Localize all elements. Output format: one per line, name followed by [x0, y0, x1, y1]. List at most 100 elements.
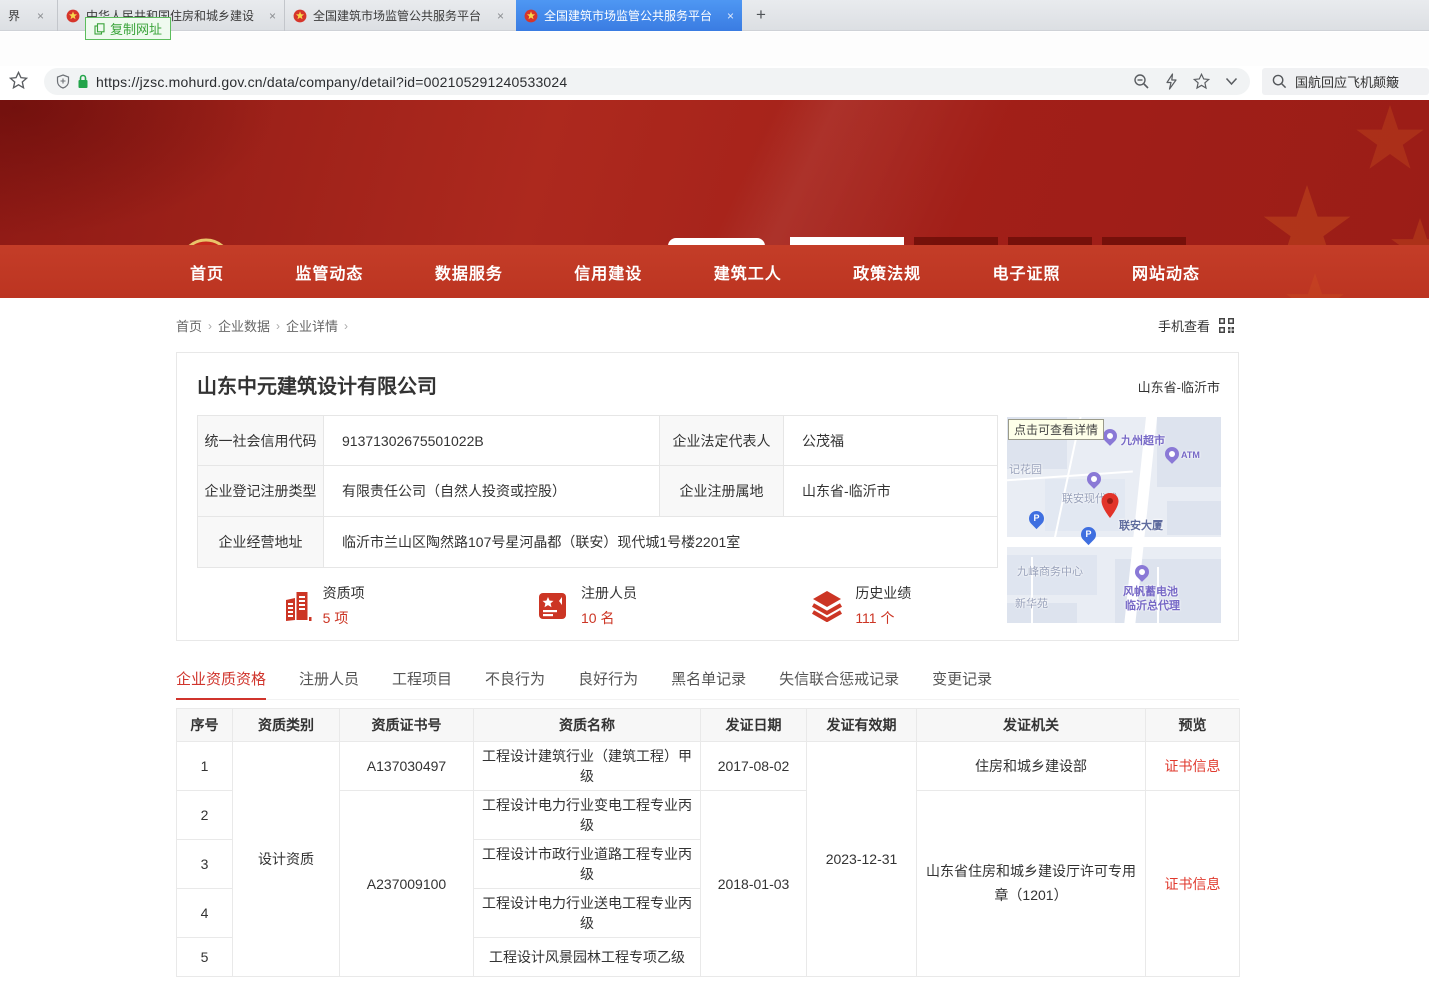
favorite-star-icon[interactable]: [1193, 73, 1210, 90]
cell-issue-date: 2017-08-02: [701, 742, 807, 791]
browser-window: 界 × 中华人民共和国住房和城乡建设 × 全国建筑市场监管公共服务平台 × 全国…: [0, 0, 1429, 996]
breadcrumb-separator-icon: ›: [344, 319, 348, 333]
browser-tab-0[interactable]: 界 ×: [0, 0, 52, 31]
breadcrumb-enterprise-detail[interactable]: 企业详情: [286, 316, 338, 335]
qr-code-icon[interactable]: [1218, 317, 1235, 334]
cell-cert-no: A237009100: [340, 791, 474, 977]
stat-value: 5 项: [323, 608, 365, 628]
location-map[interactable]: 点击可查看详情 九州超市 ATM 记花园 联安现代城 联安大厦 九峰商务中心 风…: [1007, 417, 1221, 623]
tab-registered-personnel[interactable]: 注册人员: [299, 668, 359, 689]
quick-search-box[interactable]: 国航回应飞机颠簸: [1262, 68, 1429, 95]
col-header-name: 资质名称: [474, 709, 701, 742]
breadcrumb-enterprise-data[interactable]: 企业数据: [218, 316, 270, 335]
company-name: 山东中元建筑设计有限公司: [197, 370, 437, 399]
col-header-issue-date: 发证日期: [701, 709, 807, 742]
map-parking-icon: [1026, 508, 1047, 529]
nav-item-supervision[interactable]: 监管动态: [295, 260, 363, 284]
field-label-reg-region: 企业注册属地: [660, 466, 784, 517]
map-label-xinhua: 新华苑: [1015, 595, 1048, 611]
cell-index: 5: [177, 938, 233, 977]
tab-title: 全国建筑市场监管公共服务平台: [313, 7, 491, 24]
copy-url-tooltip[interactable]: 复制网址: [85, 17, 171, 40]
stat-qualifications[interactable]: 资质项5 项: [284, 583, 365, 628]
url-text[interactable]: https://jzsc.mohurd.gov.cn/data/company/…: [96, 74, 567, 90]
col-header-cert-no: 资质证书号: [340, 709, 474, 742]
map-label-atm: ATM: [1181, 450, 1200, 460]
search-tab-enterprise[interactable]: 建设工程企业: [790, 237, 904, 245]
nav-item-credit[interactable]: 信用建设: [574, 260, 642, 284]
breadcrumb-separator-icon: ›: [276, 319, 280, 333]
map-label-battery-2: 临沂总代理: [1125, 597, 1180, 613]
new-tab-button[interactable]: +: [750, 4, 772, 26]
stat-registered-personnel[interactable]: 注册人员10 名: [538, 583, 637, 628]
cell-index: 1: [177, 742, 233, 791]
breadcrumb-separator-icon: ›: [208, 319, 212, 333]
lightning-icon[interactable]: [1165, 73, 1178, 90]
url-bar[interactable]: https://jzsc.mohurd.gov.cn/data/company/…: [44, 68, 1250, 95]
tab-close-icon[interactable]: ×: [727, 9, 734, 23]
breadcrumb: 首页 › 企业数据 › 企业详情 ›: [176, 316, 348, 335]
search-tab-project[interactable]: 建设项目: [1008, 237, 1092, 245]
layers-icon: [810, 590, 844, 622]
chevron-down-icon[interactable]: [1225, 77, 1238, 86]
nav-item-e-license[interactable]: 电子证照: [993, 260, 1061, 284]
field-value-address: 临沂市兰山区陶然路107号星河晶都（联安）现代城1号楼2201室: [324, 517, 998, 568]
certificate-info-link[interactable]: 证书信息: [1146, 791, 1240, 977]
emblem-favicon-icon: [66, 9, 80, 23]
copy-url-label: 复制网址: [110, 19, 162, 38]
tab-blacklist[interactable]: 黑名单记录: [671, 668, 746, 689]
company-region: 山东省-临沂市: [1138, 377, 1220, 396]
tab-dishonesty-records[interactable]: 失信联合惩戒记录: [779, 668, 899, 689]
national-emblem-logo: [179, 237, 233, 245]
stat-value: 111 个: [855, 608, 911, 628]
tab-close-icon[interactable]: ×: [37, 9, 44, 23]
flag-star-decoration: [1262, 185, 1352, 245]
cell-qual-name: 工程设计风景园林工程专项乙级: [474, 938, 701, 977]
nav-item-data-service[interactable]: 数据服务: [435, 260, 503, 284]
map-label-jiufeng: 九峰商务中心: [1017, 563, 1083, 579]
browser-tab-active[interactable]: 全国建筑市场监管公共服务平台 ×: [516, 0, 742, 31]
shield-icon[interactable]: [56, 74, 70, 89]
table-row: 1 设计资质 A137030497 工程设计建筑行业（建筑工程）甲级 2017-…: [177, 742, 1240, 791]
tab-close-icon[interactable]: ×: [497, 9, 504, 23]
tab-change-records[interactable]: 变更记录: [932, 668, 992, 689]
nav-item-home[interactable]: 首页: [190, 260, 224, 284]
main-nav-bar: 首页 监管动态 数据服务 信用建设 建筑工人 政策法规 电子证照 网站动态: [0, 245, 1429, 298]
search-tab-credit[interactable]: 诚信记录: [1102, 237, 1186, 245]
cell-qual-name: 工程设计电力行业送电工程专业丙级: [474, 889, 701, 938]
stat-history-performance[interactable]: 历史业绩111 个: [810, 583, 911, 628]
certificate-info-link[interactable]: 证书信息: [1146, 742, 1240, 791]
nav-item-policy[interactable]: 政策法规: [853, 260, 921, 284]
col-header-preview: 预览: [1146, 709, 1240, 742]
field-label-address: 企业经营地址: [198, 517, 324, 568]
qualification-table: 序号 资质类别 资质证书号 资质名称 发证日期 发证有效期 发证机关 预览 1 …: [176, 708, 1240, 977]
breadcrumb-home[interactable]: 首页: [176, 316, 202, 335]
cell-cert-no: A137030497: [340, 742, 474, 791]
tab-close-icon[interactable]: ×: [269, 9, 276, 23]
bookmark-star-icon[interactable]: [9, 71, 28, 90]
cell-validity: 2023-12-31: [807, 742, 917, 977]
tab-enterprise-qualification[interactable]: 企业资质资格: [176, 668, 266, 689]
quick-search-text[interactable]: 国航回应飞机颠簸: [1295, 72, 1399, 91]
tab-projects[interactable]: 工程项目: [392, 668, 452, 689]
search-tab-personnel[interactable]: 从业人员: [914, 237, 998, 245]
browser-tab-2[interactable]: 全国建筑市场监管公共服务平台 ×: [284, 0, 512, 31]
zoom-out-icon[interactable]: [1133, 73, 1150, 90]
field-label-reg-type: 企业登记注册类型: [198, 466, 324, 517]
cell-qual-name: 工程设计市政行业道路工程专业丙级: [474, 840, 701, 889]
cell-authority: 山东省住房和城乡建设厅许可专用章（1201）: [917, 791, 1146, 977]
nav-item-site-news[interactable]: 网站动态: [1132, 260, 1200, 284]
cell-index: 2: [177, 791, 233, 840]
cell-qual-name: 工程设计电力行业变电工程专业丙级: [474, 791, 701, 840]
tab-bad-behavior[interactable]: 不良行为: [485, 668, 545, 689]
tab-good-behavior[interactable]: 良好行为: [578, 668, 638, 689]
flag-star-decoration: [1390, 218, 1429, 245]
flag-star-decoration: [1285, 273, 1345, 298]
mobile-view-label: 手机查看: [1158, 316, 1210, 335]
mobile-view-control[interactable]: 手机查看: [1158, 316, 1235, 335]
field-value-reg-region: 山东省-临沂市: [784, 466, 998, 517]
main-nav-items: 首页 监管动态 数据服务 信用建设 建筑工人 政策法规 电子证照 网站动态: [190, 245, 1200, 298]
nav-item-workers[interactable]: 建筑工人: [714, 260, 782, 284]
emblem-favicon-icon: [293, 9, 307, 23]
map-label-garden: 记花园: [1009, 461, 1042, 477]
